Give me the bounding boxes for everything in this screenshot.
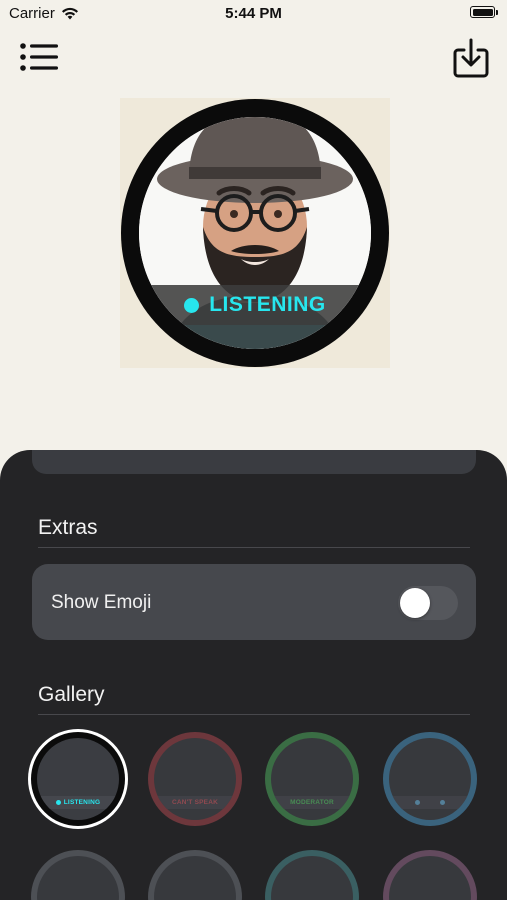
gallery-thumb-face [37, 856, 119, 900]
show-emoji-label: Show Emoji [51, 592, 152, 613]
show-emoji-row: Show Emoji [32, 564, 476, 640]
options-sheet: Extras Show Emoji Gallery LISTENING CAN'T… [0, 450, 507, 900]
gallery-style-7[interactable] [265, 850, 359, 900]
gallery-thumb-face: LISTENING [37, 738, 119, 820]
gallery-thumb-label: MODERATOR [290, 799, 334, 806]
gallery-thumb-banner [389, 796, 471, 809]
gallery-thumb-face: CAN'T SPEAK [154, 738, 236, 820]
list-icon [20, 43, 58, 71]
gallery-style-5[interactable] [31, 850, 125, 900]
gallery-style-8[interactable] [383, 850, 477, 900]
download-to-tray-icon [453, 38, 489, 78]
status-dot-icon [440, 800, 445, 805]
extras-title: Extras [38, 516, 98, 539]
gallery-thumb-face [271, 856, 353, 900]
avatar-ring: LISTENING [121, 99, 389, 367]
profile-photo: LISTENING [139, 117, 371, 349]
export-button[interactable] [452, 37, 490, 79]
gallery-title: Gallery [38, 683, 105, 706]
status-dot-icon [415, 800, 420, 805]
status-time: 5:44 PM [225, 5, 282, 22]
gallery-style-4[interactable] [383, 732, 477, 826]
gallery-style-2[interactable]: CAN'T SPEAK [148, 732, 242, 826]
battery-icon [470, 6, 498, 18]
status-bar: Carrier 5:44 PM [0, 0, 507, 28]
gallery-thumb-face [389, 738, 471, 820]
gallery-thumb-label: CAN'T SPEAK [172, 799, 218, 806]
sheet-top-strip [32, 450, 476, 474]
show-emoji-toggle[interactable] [398, 586, 458, 620]
gallery-thumb-label: LISTENING [63, 799, 101, 806]
menu-button[interactable] [19, 41, 59, 73]
gallery-thumb-face [154, 856, 236, 900]
extras-divider [38, 547, 470, 548]
avatar-preview: LISTENING [120, 98, 390, 368]
gallery-thumb-face [389, 856, 471, 900]
gallery-style-1[interactable]: LISTENING [31, 732, 125, 826]
gallery-divider [38, 714, 470, 715]
status-dot-icon [55, 800, 61, 805]
toggle-knob [400, 588, 430, 618]
gallery-style-6[interactable] [148, 850, 242, 900]
status-dot-icon [184, 297, 200, 313]
status-banner: LISTENING [139, 285, 371, 325]
gallery-thumb-banner: LISTENING [37, 796, 119, 809]
status-label: LISTENING [209, 293, 326, 316]
gallery-thumb-banner: CAN'T SPEAK [154, 796, 236, 809]
gallery-style-3[interactable]: MODERATOR [265, 732, 359, 826]
gallery-thumb-face: MODERATOR [271, 738, 353, 820]
gallery-thumb-banner: MODERATOR [271, 796, 353, 809]
